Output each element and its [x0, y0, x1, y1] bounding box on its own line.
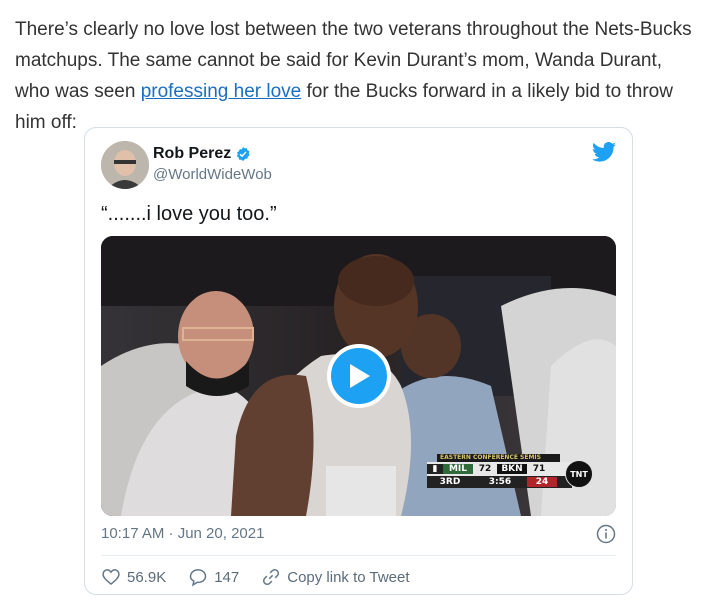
reply-count[interactable]: 147: [214, 569, 239, 586]
like-button[interactable]: 56.9K: [101, 567, 166, 587]
author-handle[interactable]: @WorldWideWob: [153, 166, 272, 183]
shot-clock: 24: [527, 477, 557, 487]
scorebug: EASTERN CONFERENCE SEMIS GAME 7 ▮ MIL 72…: [427, 454, 593, 494]
embedded-tweet[interactable]: Rob Perez @WorldWideWob “.......i love y…: [84, 127, 633, 595]
period: 3RD: [439, 477, 461, 487]
tweet-actions: 56.9K 147 Copy link to Tweet: [101, 566, 432, 588]
link-icon: [263, 568, 280, 586]
copy-link-label[interactable]: Copy link to Tweet: [287, 569, 409, 586]
tweet-timestamp[interactable]: 10:17 AM · Jun 20, 2021: [101, 525, 264, 542]
tweet-text: “.......i love you too.”: [101, 203, 277, 225]
article-paragraph: There’s clearly no love lost between the…: [15, 14, 700, 138]
reply-button[interactable]: 147: [188, 567, 239, 587]
scorebug-header: EASTERN CONFERENCE SEMIS GAME 7: [437, 454, 560, 469]
scorebug-scores: ▮ MIL 72 BKN 71: [427, 462, 572, 476]
play-button[interactable]: [327, 344, 391, 408]
professing-her-love-link[interactable]: professing her love: [141, 81, 302, 102]
like-count[interactable]: 56.9K: [127, 569, 166, 586]
avatar[interactable]: [101, 141, 149, 189]
away-team: MIL: [443, 464, 473, 474]
home-score: 71: [532, 464, 546, 474]
reply-icon: [189, 569, 207, 587]
tweet-video[interactable]: EASTERN CONFERENCE SEMIS GAME 7 ▮ MIL 72…: [101, 236, 616, 516]
divider: [101, 555, 616, 556]
author-name[interactable]: Rob Perez: [153, 145, 251, 163]
play-icon: [350, 364, 370, 388]
network-logo: TNT: [565, 460, 593, 488]
scorebug-clock: 3RD 3:56 24: [427, 476, 572, 488]
heart-icon: [102, 569, 120, 586]
author-name-text[interactable]: Rob Perez: [153, 145, 231, 163]
info-icon[interactable]: [596, 524, 616, 544]
verified-icon: [237, 147, 250, 161]
game-clock: 3:56: [488, 477, 512, 487]
copy-link-button[interactable]: Copy link to Tweet: [261, 567, 410, 587]
nba-logo-icon: ▮: [427, 464, 443, 474]
home-team: BKN: [497, 464, 527, 474]
twitter-logo-icon[interactable]: [592, 142, 616, 162]
away-score: 72: [478, 464, 492, 474]
